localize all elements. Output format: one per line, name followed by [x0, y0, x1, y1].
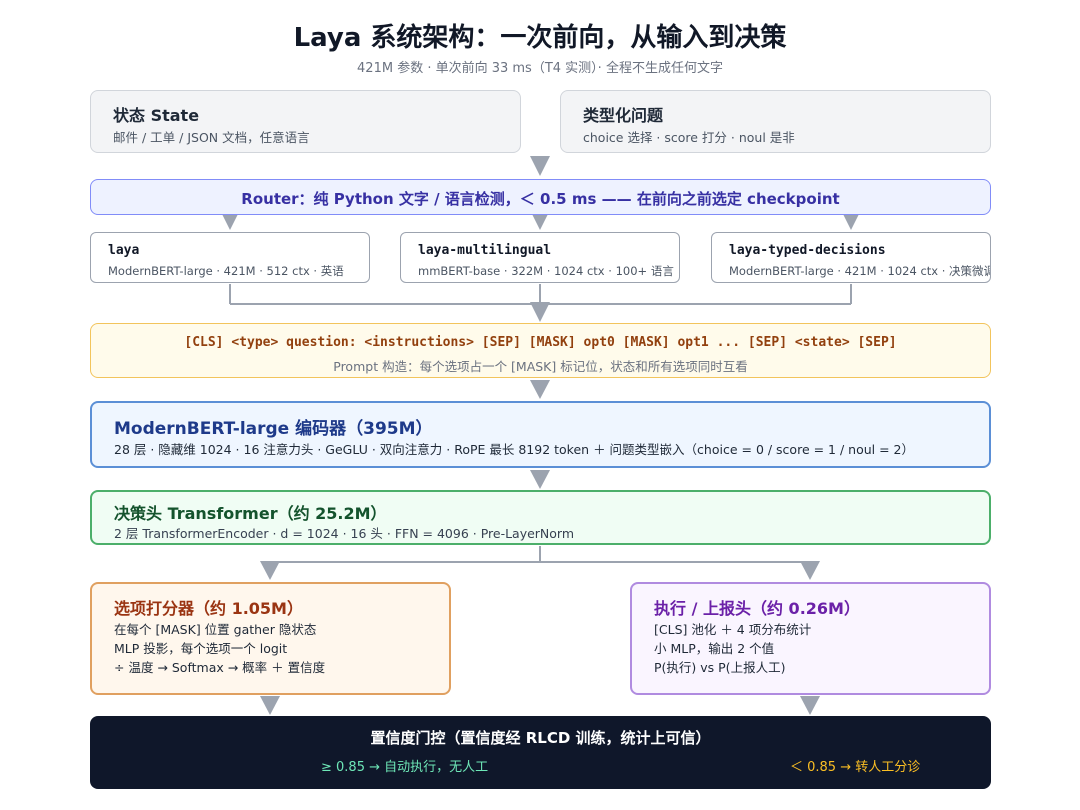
arrow-scorer-to-gate — [260, 696, 280, 715]
checkpoint-laya: laya ModernBERT-large · 421M · 512 ctx ·… — [90, 232, 370, 283]
exec-escalate-head-box: 执行 / 上报头（约 0.26M） [CLS] 池化 ＋ 4 项分布统计 小 M… — [630, 582, 991, 695]
state-title: 状态 State — [113, 106, 200, 125]
checkpoint-name: laya-multilingual — [418, 243, 552, 258]
arrow-to-scorer — [260, 561, 280, 580]
option-scorer-line: MLP 投影，每个选项一个 logit — [114, 641, 288, 656]
confidence-gate-box: 置信度门控（置信度经 RLCD 训练，统计上可信） ≥ 0.85 → 自动执行，… — [90, 716, 991, 789]
exec-head-line: P(执行) vs P(上报人工) — [654, 660, 786, 675]
arrow-prompt-to-encoder — [530, 380, 550, 399]
prompt-desc: Prompt 构造：每个选项占一个 [MASK] 标记位，状态和所有选项同时互看 — [333, 359, 748, 374]
checkpoint-name: laya — [108, 243, 140, 258]
router-text: Router：纯 Python 文字 / 语言检测，＜ 0.5 ms —— 在前… — [241, 190, 840, 208]
encoder-desc: 28 层 · 隐藏维 1024 · 16 注意力头 · GeGLU · 双向注意… — [114, 442, 915, 457]
encoder-box: ModernBERT-large 编码器（395M） 28 层 · 隐藏维 10… — [90, 401, 991, 468]
gate-manual-triage: ＜ 0.85 → 转人工分诊 — [790, 760, 921, 775]
decision-head-desc: 2 层 TransformerEncoder · d = 1024 · 16 头… — [114, 526, 575, 541]
exec-head-title: 执行 / 上报头（约 0.26M） — [654, 599, 860, 618]
checkpoint-laya-multilingual: laya-multilingual mmBERT-base · 322M · 1… — [400, 232, 680, 283]
prompt-box: [CLS] <type> question: <instructions> [S… — [90, 323, 991, 378]
state-input-box: 状态 State 邮件 / 工单 / JSON 文档，任意语言 — [90, 90, 521, 153]
option-scorer-box: 选项打分器（约 1.05M） 在每个 [MASK] 位置 gather 隐状态 … — [90, 582, 451, 695]
prompt-template: [CLS] <type> question: <instructions> [S… — [184, 335, 897, 350]
exec-head-line: [CLS] 池化 ＋ 4 项分布统计 — [654, 622, 812, 637]
checkpoint-desc: ModernBERT-large · 421M · 1024 ctx · 决策微… — [729, 264, 991, 278]
checkpoint-name: laya-typed-decisions — [729, 243, 886, 258]
option-scorer-line: 在每个 [MASK] 位置 gather 隐状态 — [114, 622, 317, 637]
question-input-box: 类型化问题 choice 选择 · score 打分 · noul 是非 — [560, 90, 991, 153]
checkpoint-desc: ModernBERT-large · 421M · 512 ctx · 英语 — [108, 264, 344, 278]
state-desc: 邮件 / 工单 / JSON 文档，任意语言 — [113, 130, 310, 145]
arrow-to-exec — [800, 561, 820, 580]
arrow-encoder-to-decision — [530, 470, 550, 489]
arrow-inputs-to-router — [530, 156, 550, 176]
arrow-exec-to-gate — [800, 696, 820, 715]
option-scorer-title: 选项打分器（约 1.05M） — [114, 599, 303, 618]
option-scorer-line: ÷ 温度 → Softmax → 概率 ＋ 置信度 — [114, 660, 326, 675]
confidence-gate-title: 置信度门控（置信度经 RLCD 训练，统计上可信） — [370, 729, 711, 747]
decision-head-box: 决策头 Transformer（约 25.2M） 2 层 Transformer… — [90, 490, 991, 545]
checkpoint-desc: mmBERT-base · 322M · 1024 ctx · 100+ 语言 — [418, 264, 674, 278]
exec-head-line: 小 MLP，输出 2 个值 — [654, 641, 775, 656]
encoder-title: ModernBERT-large 编码器（395M） — [114, 419, 433, 439]
arrow-merge-to-prompt — [530, 302, 550, 322]
question-title: 类型化问题 — [583, 106, 664, 125]
decision-head-title: 决策头 Transformer（约 25.2M） — [114, 504, 387, 523]
checkpoint-laya-typed-decisions: laya-typed-decisions ModernBERT-large · … — [711, 232, 991, 283]
gate-auto-execute: ≥ 0.85 → 自动执行，无人工 — [321, 760, 489, 775]
question-desc: choice 选择 · score 打分 · noul 是非 — [583, 130, 795, 145]
router-box: Router：纯 Python 文字 / 语言检测，＜ 0.5 ms —— 在前… — [90, 179, 991, 215]
